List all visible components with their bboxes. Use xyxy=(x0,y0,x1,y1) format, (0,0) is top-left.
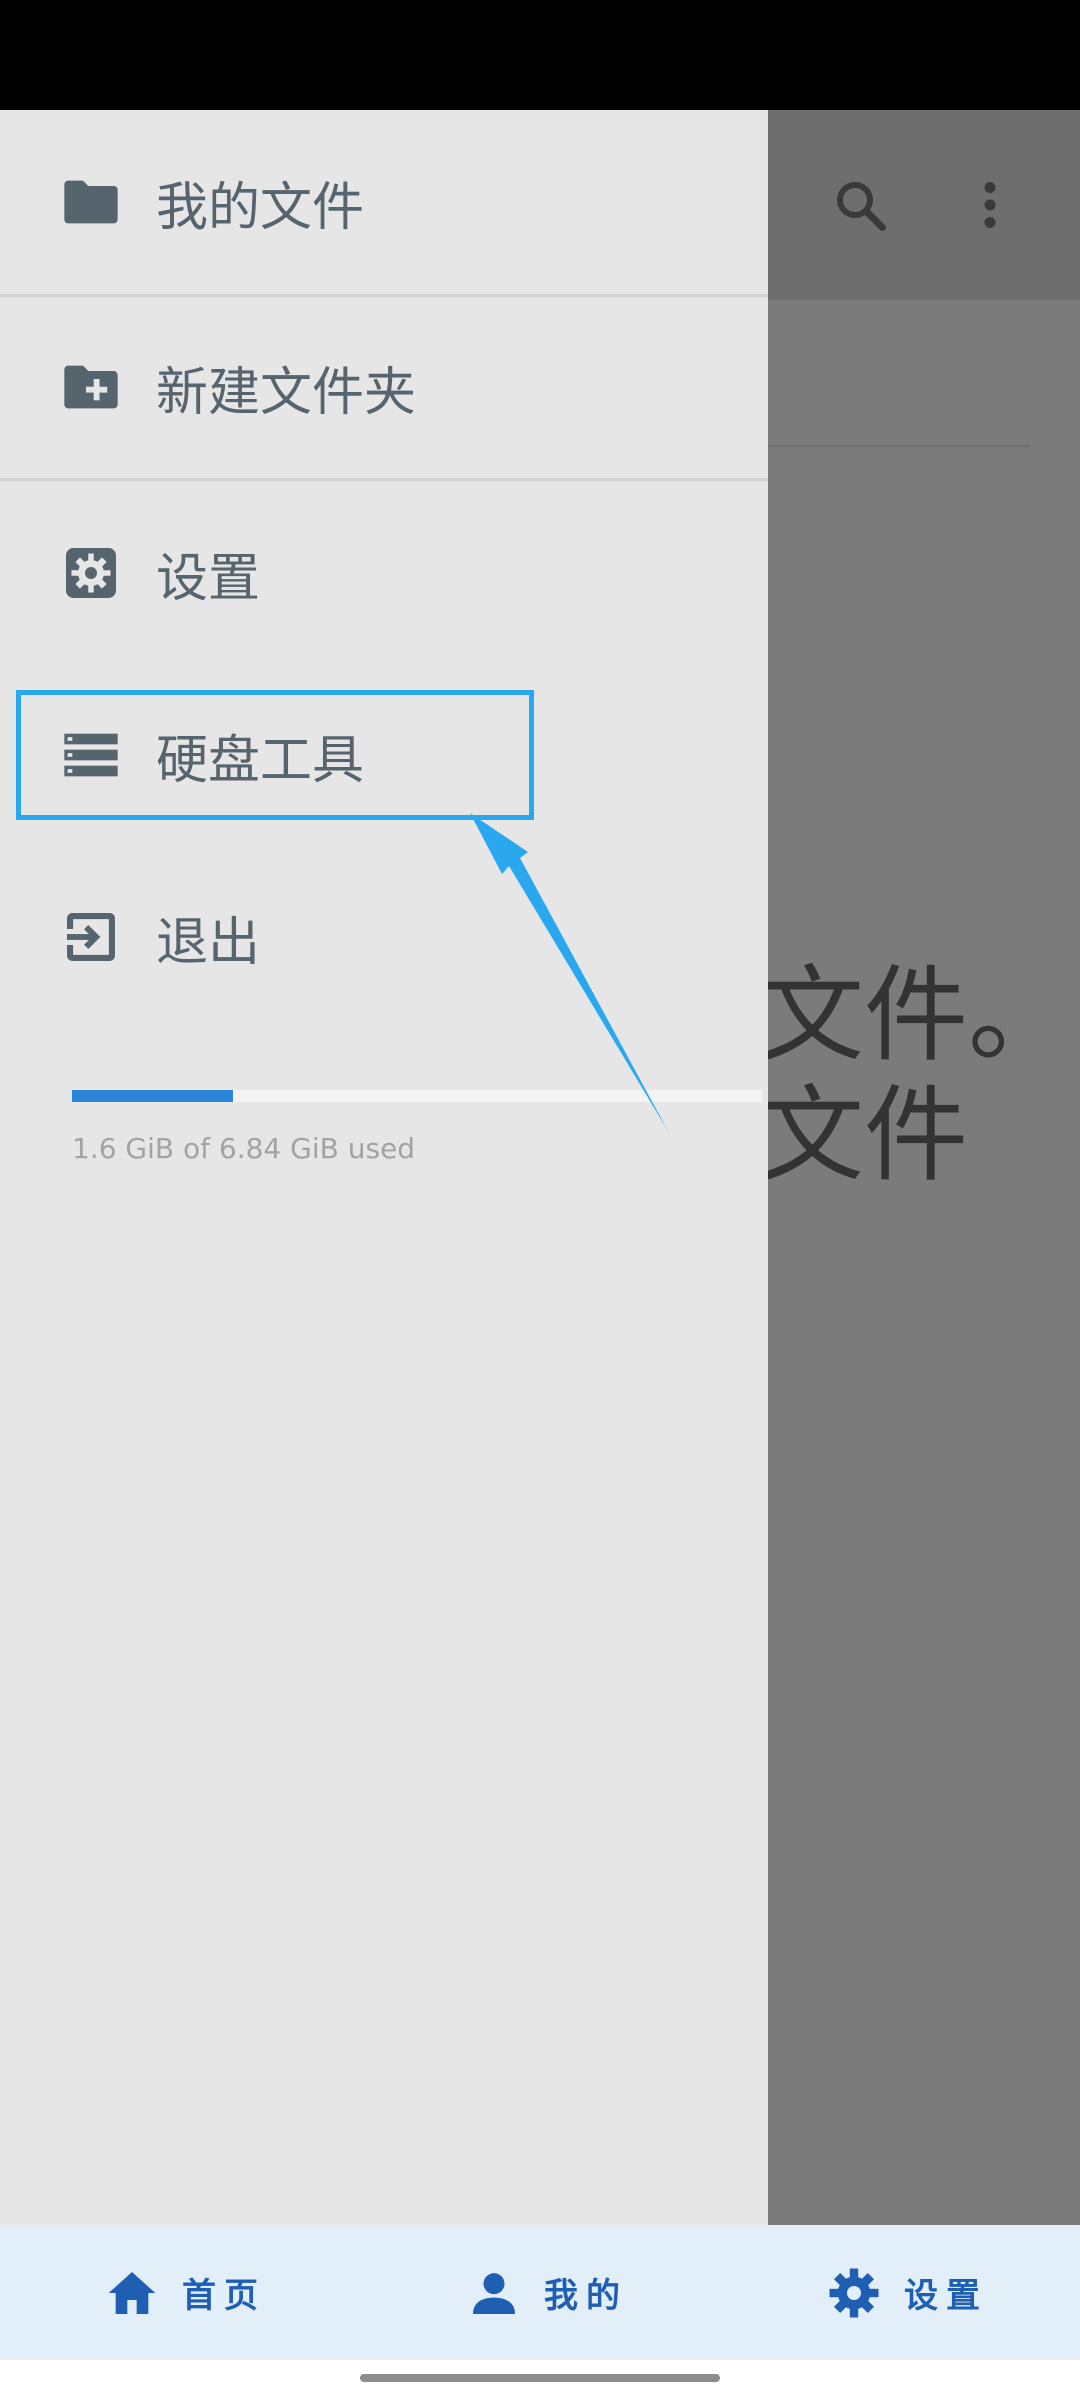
exit-icon xyxy=(58,904,124,970)
storage-usage-bar xyxy=(72,1090,762,1102)
gear-icon xyxy=(58,540,124,606)
drawer-item-label: 设置 xyxy=(156,548,261,609)
navigation-drawer: 我的文件 新建文件夹 设置 硬盘工具 退出 1.6 GiB of 6.84 Gi… xyxy=(0,110,768,2225)
gesture-bar[interactable] xyxy=(360,2374,720,2382)
drawer-header-label: 我的文件 xyxy=(156,177,365,238)
drawer-header[interactable]: 我的文件 xyxy=(0,110,768,297)
nav-item-settings[interactable]: 设置 xyxy=(826,2225,988,2360)
folder-icon xyxy=(58,169,124,235)
gesture-area xyxy=(0,2360,1080,2400)
drawer-item-new-folder[interactable]: 新建文件夹 xyxy=(0,322,768,452)
folder-plus-icon xyxy=(58,354,124,420)
drawer-item-exit[interactable]: 退出 xyxy=(0,872,768,1002)
drawer-item-settings[interactable]: 设置 xyxy=(0,508,768,638)
highlight-box xyxy=(16,690,534,820)
drawer-item-label: 退出 xyxy=(156,912,261,973)
nav-label: 我的 xyxy=(544,2276,628,2316)
storage-usage-fill xyxy=(72,1090,234,1102)
gear-icon xyxy=(826,2265,882,2321)
nav-item-home[interactable]: 首页 xyxy=(104,2225,266,2360)
list-divider xyxy=(760,445,1030,447)
nav-label: 设置 xyxy=(904,2276,988,2316)
bottom-navigation: 首页 我的 设置 xyxy=(0,2225,1080,2360)
nav-item-mine[interactable]: 我的 xyxy=(466,2225,628,2360)
more-options-icon[interactable] xyxy=(950,165,1030,245)
storage-usage-text: 1.6 GiB of 6.84 GiB used xyxy=(72,1132,416,1165)
search-icon[interactable] xyxy=(820,165,900,245)
drawer-item-label: 新建文件夹 xyxy=(156,362,417,423)
drawer-divider xyxy=(0,478,768,481)
home-icon xyxy=(104,2265,160,2321)
nav-label: 首页 xyxy=(182,2276,266,2316)
person-icon xyxy=(466,2265,522,2321)
empty-message-line-2: 文件 xyxy=(760,1074,969,1196)
status-bar xyxy=(0,0,1080,110)
